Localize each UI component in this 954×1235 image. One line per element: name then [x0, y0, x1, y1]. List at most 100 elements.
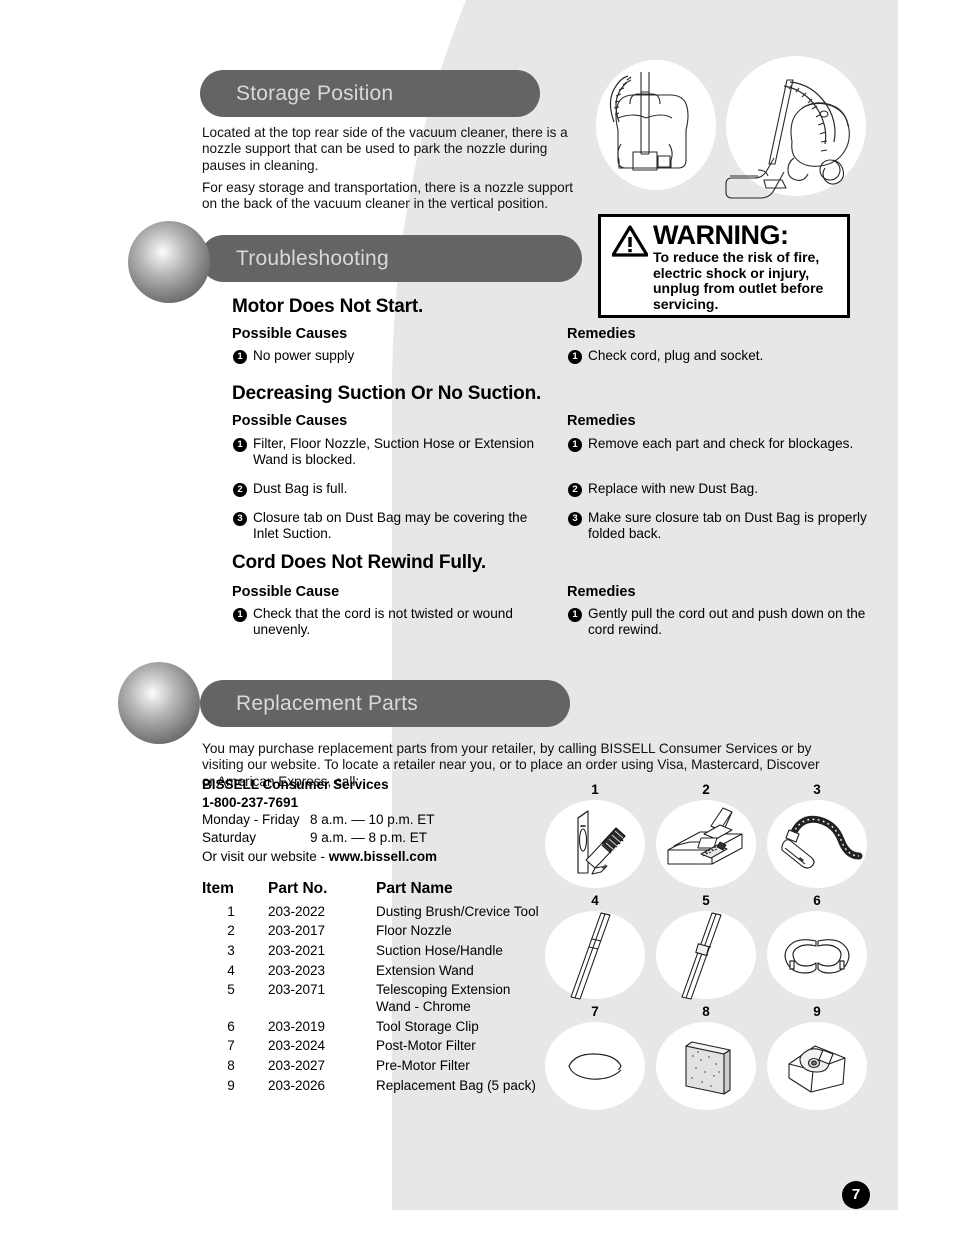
table-row: 7 203-2024 Post-Motor Filter [202, 1037, 539, 1057]
cell-part-no: 203-2019 [268, 1018, 326, 1034]
cell-part-name: Dusting Brush/Crevice Tool [376, 903, 539, 919]
problem-title-cord-does-not-rewind: Cord Does Not Rewind Fully. [232, 552, 486, 573]
cause-item: 3 Closure tab on Dust Bag may be coverin… [233, 510, 533, 543]
cell-part-name: Suction Hose/Handle [376, 942, 503, 958]
website-link[interactable]: www.bissell.com [329, 849, 437, 864]
hours-row: Monday - Friday 8 a.m. — 10 p.m. ET [202, 811, 437, 829]
warning-box: WARNING: To reduce the risk of fire, ele… [598, 214, 850, 318]
cell-item: 1 [227, 903, 235, 919]
cell-part-no: 203-2017 [268, 923, 326, 939]
bullet-number: 1 [568, 608, 582, 622]
cell-item: 2 [227, 923, 235, 939]
figure-number: 9 [813, 1004, 821, 1019]
part-figure-1: 1 [545, 782, 648, 888]
cell-part-no: 203-2026 [268, 1077, 326, 1093]
replacement-parts-table: Item Part No. Part Name 1 203-2022 Dusti… [202, 880, 539, 1096]
cell-part-no: 203-2024 [268, 1038, 326, 1054]
part-figure-5: 5 [656, 893, 759, 1000]
cell-part-name: Replacement Bag (5 pack) [376, 1077, 536, 1093]
remedy-text: Gently pull the cord out and push down o… [588, 606, 866, 638]
section-title-storage-position: Storage Position [236, 81, 394, 105]
section-title-troubleshooting: Troubleshooting [236, 246, 389, 270]
remedy-item: 2 Replace with new Dust Bag. [568, 481, 898, 497]
bullet-number: 2 [233, 483, 247, 497]
pre-motor-filter-illustration [685, 1041, 731, 1095]
remedies-heading-1: Remedies [567, 326, 636, 342]
part-figure-3: 3 [767, 782, 870, 888]
remedies-heading-3: Remedies [567, 584, 636, 600]
replacement-bag-illustration [788, 1045, 846, 1093]
cell-part-name: Post-Motor Filter [376, 1038, 476, 1054]
cause-text: Closure tab on Dust Bag may be covering … [253, 510, 528, 542]
tool-storage-clip-illustration [784, 939, 850, 974]
cause-text: No power supply [253, 348, 355, 363]
part-figure-8: 8 [656, 1004, 759, 1110]
cell-part-name: Tool Storage Clip [376, 1018, 479, 1034]
hours-days: Monday - Friday [202, 812, 300, 828]
part-figure-7: 7 [545, 1004, 648, 1110]
bullet-number: 2 [568, 483, 582, 497]
remedy-text: Remove each part and check for blockages… [588, 436, 854, 451]
replacement-parts-figures: 1 2 3 4 5 6 7 8 9 [545, 782, 890, 1114]
storage-position-illustrations [578, 52, 878, 212]
dusting-brush-crevice-tool-illustration [577, 810, 626, 875]
figure-number: 6 [813, 893, 821, 908]
bullet-number: 3 [568, 512, 582, 526]
figure-number: 2 [702, 782, 710, 797]
manual-page: Storage Position Located at the top rear… [0, 0, 954, 1235]
table-row: 8 203-2027 Pre-Motor Filter [202, 1056, 539, 1076]
website-line: Or visit our website - www.bissell.com [202, 848, 437, 866]
table-row: 4 203-2023 Extension Wand [202, 961, 539, 981]
section-title-replacement-parts: Replacement Parts [236, 691, 418, 715]
section-header-replacement-parts: Replacement Parts [200, 680, 570, 727]
table-row: 1 203-2022 Dusting Brush/Crevice Tool [202, 902, 539, 922]
section-header-troubleshooting: Troubleshooting [200, 235, 582, 282]
cell-part-name: Floor Nozzle [376, 923, 452, 939]
hours-row: Saturday 9 a.m. — 8 p.m. ET [202, 829, 437, 847]
cell-item: 7 [227, 1038, 235, 1054]
bullet-number: 1 [568, 438, 582, 452]
section-header-storage-position: Storage Position [200, 70, 540, 117]
cause-item: 1 No power supply [233, 348, 553, 364]
remedy-item: 1 Check cord, plug and socket. [568, 348, 888, 364]
post-motor-filter-illustration [568, 1053, 622, 1080]
possible-causes-heading-1: Possible Causes [232, 326, 348, 342]
background-right-margin [898, 0, 954, 1235]
problem-title-decreasing-suction: Decreasing Suction Or No Suction. [232, 383, 542, 404]
figure-number: 7 [591, 1004, 599, 1019]
consumer-services-name: BISSELL Consumer Services [202, 777, 389, 792]
cell-part-no: 203-2071 [268, 982, 326, 998]
figure-number: 5 [702, 893, 710, 908]
parts-table-element: Item Part No. Part Name 1 203-2022 Dusti… [202, 880, 539, 1096]
consumer-services-phone: 1-800-237-7691 [202, 794, 299, 810]
cause-text: Filter, Floor Nozzle, Suction Hose or Ex… [253, 436, 535, 468]
cell-part-no: 203-2027 [268, 1057, 326, 1073]
table-row: 2 203-2017 Floor Nozzle [202, 922, 539, 942]
remedy-text: Make sure closure tab on Dust Bag is pro… [588, 510, 867, 542]
figure-number: 8 [702, 1004, 710, 1019]
consumer-services-contact-block: BISSELL Consumer Services 1-800-237-7691… [202, 776, 437, 866]
extension-wand-illustration [570, 912, 611, 1000]
cell-part-no: 203-2022 [268, 903, 326, 919]
suction-hose-handle-illustration [781, 815, 863, 869]
vacuum-rear-nozzle-support-illustration [609, 72, 850, 199]
cell-item: 5 [227, 982, 235, 998]
cause-item: 2 Dust Bag is full. [233, 481, 563, 497]
cause-item: 1 Filter, Floor Nozzle, Suction Hose or … [233, 436, 563, 469]
remedy-text: Replace with new Dust Bag. [588, 481, 759, 496]
warning-triangle-icon [612, 225, 648, 257]
cell-part-no: 203-2021 [268, 942, 326, 958]
cause-text: Check that the cord is not twisted or wo… [253, 606, 513, 638]
header-part-name: Part Name [376, 880, 453, 897]
table-row: 3 203-2021 Suction Hose/Handle [202, 941, 539, 961]
hours-days: Saturday [202, 829, 257, 845]
page-number: 7 [842, 1181, 870, 1209]
cell-part-name: Extension Wand [376, 962, 474, 978]
part-figure-4: 4 [545, 893, 648, 1000]
cell-item: 4 [227, 962, 235, 978]
floor-nozzle-illustration [667, 807, 743, 865]
bullet-number: 1 [233, 350, 247, 364]
storage-paragraph-1: Located at the top rear side of the vacu… [202, 125, 568, 173]
cause-text: Dust Bag is full. [253, 481, 348, 496]
part-figure-9: 9 [767, 1004, 870, 1110]
